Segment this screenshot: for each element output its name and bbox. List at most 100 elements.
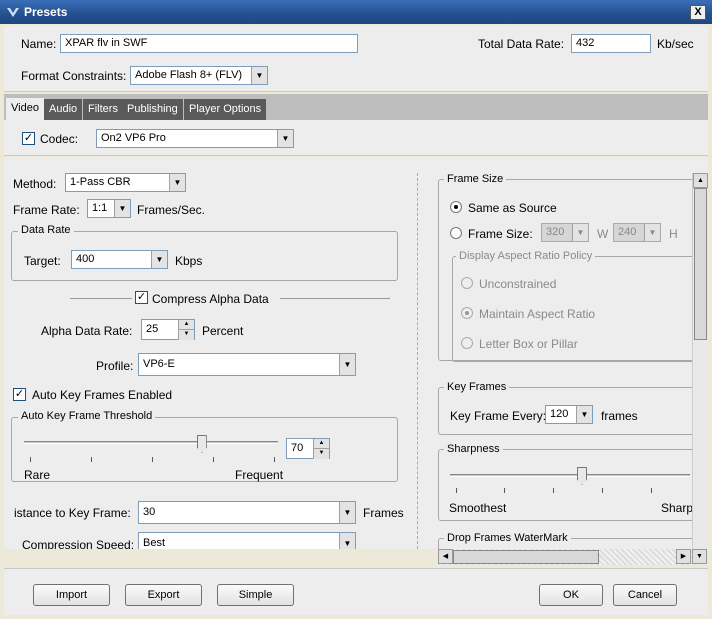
key-frame-every-label: Key Frame Every: bbox=[450, 409, 547, 423]
compress-alpha-label: Compress Alpha Data bbox=[152, 292, 269, 306]
data-rate-group bbox=[11, 231, 398, 281]
target-select[interactable]: 400 ▼ bbox=[71, 250, 168, 269]
chevron-down-icon: ▼ bbox=[576, 406, 592, 423]
chevron-down-icon: ▼ bbox=[572, 224, 588, 241]
spin-down-icon[interactable]: ▼ bbox=[313, 449, 329, 459]
distance-unit: Frames bbox=[363, 506, 404, 520]
frame-rate-label: Frame Rate: bbox=[13, 203, 80, 217]
title-bar: Presets X bbox=[0, 0, 712, 24]
tab-player-options[interactable]: Player Options bbox=[184, 99, 267, 120]
divider bbox=[70, 298, 132, 299]
divider bbox=[280, 298, 390, 299]
scroll-thumb[interactable] bbox=[694, 188, 707, 340]
compress-alpha-checkbox[interactable]: ✓ bbox=[135, 291, 148, 304]
profile-select[interactable]: VP6-E ▼ bbox=[138, 353, 356, 376]
tick bbox=[651, 488, 652, 493]
chevron-down-icon: ▼ bbox=[169, 174, 185, 191]
tab-bar: Video Audio Filters Publishing Player Op… bbox=[4, 94, 708, 120]
sharpness-slider-track bbox=[450, 474, 690, 477]
same-as-source-radio[interactable] bbox=[450, 201, 462, 213]
name-input[interactable]: XPAR flv in SWF bbox=[60, 34, 358, 53]
spin-up-icon[interactable]: ▲ bbox=[178, 320, 194, 330]
tab-audio[interactable]: Audio bbox=[44, 99, 83, 120]
format-constraints-label: Format Constraints: bbox=[21, 69, 127, 83]
sharpness-group-title: Sharpness bbox=[444, 443, 503, 455]
tick bbox=[456, 488, 457, 493]
spin-up-icon[interactable]: ▲ bbox=[313, 439, 329, 449]
scroll-up-icon[interactable]: ▲ bbox=[693, 173, 708, 188]
compression-speed-select[interactable]: Best ▼ bbox=[138, 532, 356, 549]
column-divider bbox=[417, 173, 418, 549]
frame-rate-unit: Frames/Sec. bbox=[137, 203, 206, 217]
tick bbox=[91, 457, 92, 462]
scroll-right-icon[interactable]: ▶ bbox=[676, 549, 691, 564]
scroll-thumb[interactable] bbox=[453, 550, 599, 564]
target-unit: Kbps bbox=[175, 254, 203, 268]
frame-size-group-title: Frame Size bbox=[444, 173, 507, 185]
chevron-down-icon: ▼ bbox=[339, 533, 355, 549]
tick bbox=[553, 488, 554, 493]
profile-label: Profile: bbox=[96, 359, 134, 373]
total-data-rate-input[interactable]: 432 bbox=[571, 34, 651, 53]
import-button[interactable]: Import bbox=[33, 584, 110, 606]
format-constraints-select[interactable]: Adobe Flash 8+ (FLV) ▼ bbox=[130, 66, 268, 85]
chevron-down-icon: ▼ bbox=[339, 354, 355, 375]
maintain-aspect-radio[interactable] bbox=[461, 307, 473, 319]
codec-checkbox[interactable]: ✓ bbox=[22, 132, 35, 145]
unconstrained-radio[interactable] bbox=[461, 277, 473, 289]
scroll-down-icon[interactable]: ▼ bbox=[692, 549, 707, 564]
chevron-down-icon: ▼ bbox=[114, 200, 130, 217]
threshold-spinner[interactable]: 70 ▲ ▼ bbox=[286, 438, 330, 459]
codec-row: ✓ Codec: On2 VP6 Pro ▼ bbox=[4, 120, 708, 156]
threshold-group-title: Auto Key Frame Threshold bbox=[18, 410, 156, 422]
cancel-button[interactable]: Cancel bbox=[613, 584, 677, 606]
height-label: H bbox=[669, 227, 678, 241]
smoothest-label: Smoothest bbox=[449, 501, 507, 515]
right-panel-scrollbar[interactable]: ▲ bbox=[692, 173, 708, 549]
auto-key-frames-checkbox[interactable]: ✓ bbox=[13, 388, 26, 401]
scroll-left-icon[interactable]: ◀ bbox=[438, 549, 453, 564]
auto-key-frames-label: Auto Key Frames Enabled bbox=[32, 388, 173, 402]
close-button[interactable]: X bbox=[690, 5, 706, 20]
tab-publishing[interactable]: Publishing bbox=[122, 99, 183, 120]
tab-video[interactable]: Video bbox=[6, 98, 44, 120]
threshold-slider-track bbox=[24, 441, 278, 444]
name-label: Name: bbox=[21, 37, 57, 51]
codec-select[interactable]: On2 VP6 Pro ▼ bbox=[96, 129, 294, 148]
tab-filters[interactable]: Filters bbox=[83, 99, 123, 120]
method-select[interactable]: 1-Pass CBR ▼ bbox=[65, 173, 186, 192]
key-frames-group-title: Key Frames bbox=[444, 381, 510, 393]
total-data-rate-unit: Kb/sec bbox=[657, 37, 694, 51]
simple-button[interactable]: Simple bbox=[217, 584, 294, 606]
spin-down-icon[interactable]: ▼ bbox=[178, 330, 194, 340]
method-label: Method: bbox=[13, 177, 57, 191]
frame-size-radio[interactable] bbox=[450, 227, 462, 239]
unconstrained-label: Unconstrained bbox=[479, 277, 557, 291]
ok-button[interactable]: OK bbox=[539, 584, 603, 606]
dialog-buttons: Import Export Simple OK Cancel bbox=[4, 568, 708, 615]
tick bbox=[213, 457, 214, 462]
distance-to-key-frame-select[interactable]: 30 ▼ bbox=[138, 501, 356, 524]
chevron-down-icon: ▼ bbox=[151, 251, 167, 268]
frame-height-select[interactable]: 240 ▼ bbox=[613, 223, 661, 242]
same-as-source-label: Same as Source bbox=[468, 201, 557, 215]
frame-rate-select[interactable]: 1:1 ▼ bbox=[87, 199, 131, 218]
video-settings-panel: Method: 1-Pass CBR ▼ Frame Rate: 1:1 ▼ F… bbox=[4, 157, 708, 549]
rare-label: Rare bbox=[24, 468, 51, 482]
tick bbox=[30, 457, 31, 462]
export-button[interactable]: Export bbox=[125, 584, 202, 606]
alpha-data-rate-spinner[interactable]: 25 ▲ ▼ bbox=[141, 319, 195, 340]
frame-width-select[interactable]: 320 ▼ bbox=[541, 223, 589, 242]
target-label: Target: bbox=[24, 254, 61, 268]
horizontal-scrollbar[interactable]: ◀ ▶ bbox=[438, 549, 692, 565]
key-frame-every-unit: frames bbox=[601, 409, 638, 423]
watermark-group-title: Drop Frames WaterMark bbox=[444, 532, 571, 544]
frame-size-label: Frame Size: bbox=[468, 227, 533, 241]
frequent-label: Frequent bbox=[235, 468, 284, 482]
tick bbox=[602, 488, 603, 493]
key-frame-every-select[interactable]: 120 ▼ bbox=[545, 405, 593, 424]
distance-to-key-frame-label: istance to Key Frame: bbox=[14, 506, 131, 520]
preset-header: Name: XPAR flv in SWF Total Data Rate: 4… bbox=[4, 26, 708, 92]
chevron-down-icon: ▼ bbox=[277, 130, 293, 147]
letterbox-radio[interactable] bbox=[461, 337, 473, 349]
